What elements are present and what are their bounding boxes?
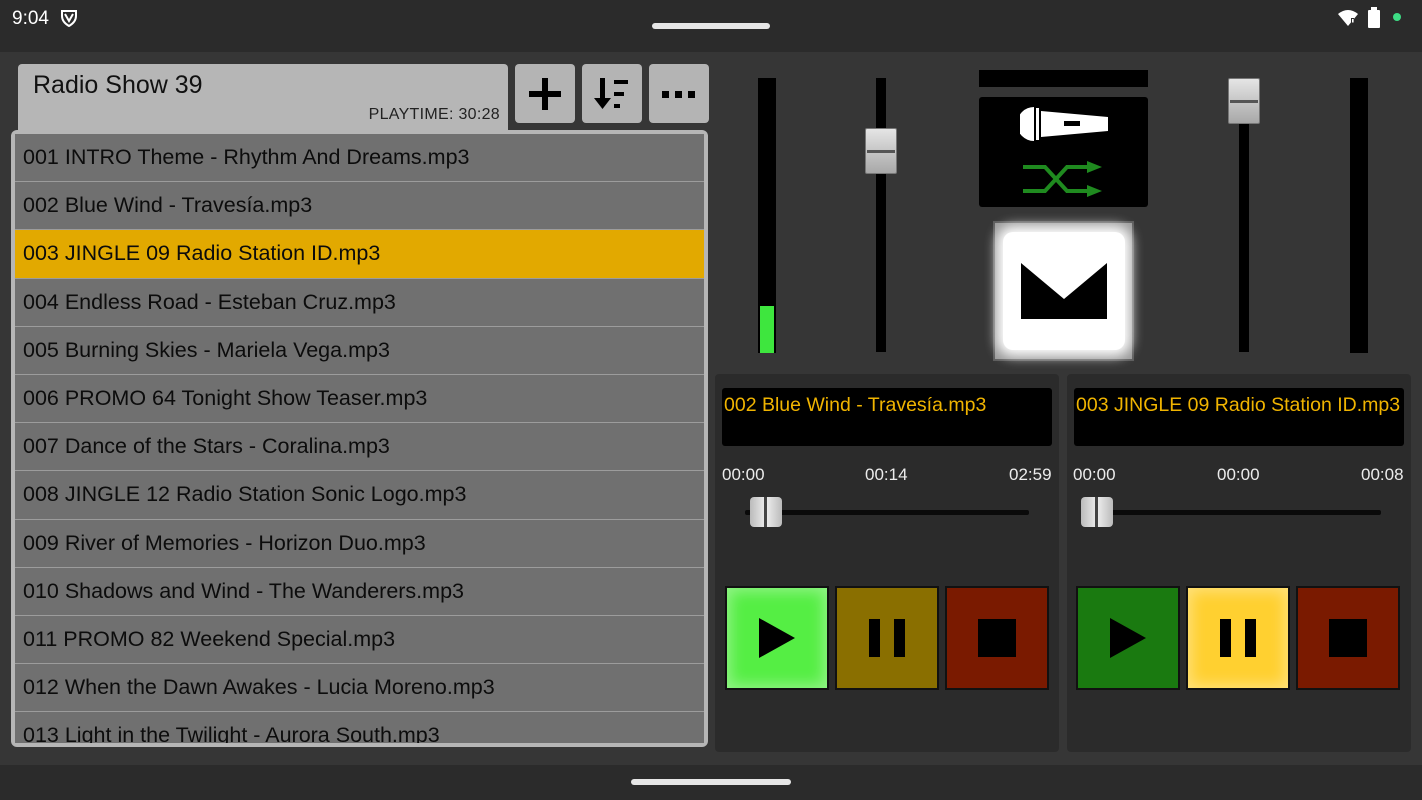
playlist-header: Radio Show 39 PLAYTIME: 30:28 xyxy=(18,64,508,134)
mixer-top-strip xyxy=(979,70,1148,87)
playlist[interactable]: 001 INTRO Theme - Rhythm And Dreams.mp3 0… xyxy=(11,130,708,747)
vpn-shield-icon xyxy=(60,9,78,32)
deck-a-time-start: 00:00 xyxy=(722,465,765,484)
deck-b-title: 003 JINGLE 09 Radio Station ID.mp3 xyxy=(1074,388,1404,446)
navigation-bar xyxy=(0,765,1422,800)
deck-a-seek-track[interactable] xyxy=(745,510,1029,515)
playlist-items: 001 INTRO Theme - Rhythm And Dreams.mp3 0… xyxy=(15,134,704,743)
sort-icon xyxy=(594,77,628,109)
playlist-playtime: PLAYTIME: 30:28 xyxy=(368,106,500,123)
deck-b-time-end: 00:08 xyxy=(1361,465,1404,484)
deck-b-seek-knob[interactable] xyxy=(1081,497,1113,527)
deck-a-pause-button[interactable] xyxy=(835,586,939,690)
deck-b-seek-track[interactable] xyxy=(1087,510,1381,515)
playlist-item[interactable]: 001 INTRO Theme - Rhythm And Dreams.mp3 xyxy=(15,134,704,183)
deck-b: 003 JINGLE 09 Radio Station ID.mp3 00:00… xyxy=(1067,374,1411,752)
deck-b-play-button[interactable] xyxy=(1076,586,1180,690)
deck-a: 002 Blue Wind - Travesía.mp3 00:00 00:14… xyxy=(715,374,1059,752)
left-level-meter xyxy=(758,78,776,353)
microphone-icon xyxy=(1020,107,1108,141)
home-gesture-handle[interactable] xyxy=(631,779,791,785)
deck-b-time-current: 00:00 xyxy=(1217,465,1260,484)
playlist-title: Radio Show 39 xyxy=(33,71,203,99)
add-track-button[interactable] xyxy=(515,64,575,123)
sort-button[interactable] xyxy=(582,64,642,123)
mail-button[interactable] xyxy=(993,221,1134,361)
window-handle[interactable] xyxy=(652,23,770,29)
play-icon xyxy=(759,618,795,658)
left-fader-track[interactable] xyxy=(876,78,886,352)
stop-icon xyxy=(978,619,1016,657)
playlist-item[interactable]: 004 Endless Road - Esteban Cruz.mp3 xyxy=(15,278,704,327)
playlist-item[interactable]: 010 Shadows and Wind - The Wanderers.mp3 xyxy=(15,567,704,616)
shuffle-icon xyxy=(1023,161,1102,197)
more-options-button[interactable] xyxy=(649,64,709,123)
playlist-item[interactable]: 008 JINGLE 12 Radio Station Sonic Logo.m… xyxy=(15,471,704,520)
mail-button-face xyxy=(1002,232,1125,350)
playlist-item[interactable]: 005 Burning Skies - Mariela Vega.mp3 xyxy=(15,326,704,375)
mic-shuffle-panel[interactable] xyxy=(979,97,1148,207)
playlist-item[interactable]: 007 Dance of the Stars - Coralina.mp3 xyxy=(15,423,704,472)
playlist-item[interactable]: 009 River of Memories - Horizon Duo.mp3 xyxy=(15,519,704,568)
playlist-item[interactable]: 003 JINGLE 09 Radio Station ID.mp3 xyxy=(15,230,704,279)
app-root: 9:04 Radio Show 39 PLAYTIME: 30:28 001 I… xyxy=(0,0,1422,800)
deck-a-title: 002 Blue Wind - Travesía.mp3 xyxy=(722,388,1052,446)
deck-a-time-current: 00:14 xyxy=(865,465,908,484)
deck-b-time-start: 00:00 xyxy=(1073,465,1116,484)
playlist-item[interactable]: 011 PROMO 82 Weekend Special.mp3 xyxy=(15,615,704,665)
left-fader-knob[interactable] xyxy=(865,128,897,175)
mail-icon xyxy=(1020,263,1107,319)
wifi-icon xyxy=(1337,9,1359,32)
deck-a-seek-knob[interactable] xyxy=(750,497,782,527)
plus-icon xyxy=(529,77,561,110)
deck-b-pause-button[interactable] xyxy=(1186,586,1290,690)
playlist-item[interactable]: 012 When the Dawn Awakes - Lucia Moreno.… xyxy=(15,664,704,713)
playlist-item[interactable]: 013 Light in the Twilight - Aurora South… xyxy=(15,712,704,743)
right-fader-knob[interactable] xyxy=(1228,78,1260,124)
pause-icon xyxy=(869,619,905,657)
more-icon xyxy=(662,90,695,98)
deck-b-stop-button[interactable] xyxy=(1296,586,1400,690)
right-level-meter xyxy=(1350,78,1368,353)
playlist-item[interactable]: 002 Blue Wind - Travesía.mp3 xyxy=(15,182,704,231)
battery-icon xyxy=(1367,7,1381,34)
left-level-meter-fill xyxy=(760,306,774,353)
deck-a-stop-button[interactable] xyxy=(945,586,1049,690)
play-icon xyxy=(1110,618,1146,658)
deck-a-play-button[interactable] xyxy=(725,586,829,690)
status-bar: 9:04 xyxy=(0,0,1422,52)
status-time: 9:04 xyxy=(12,8,49,29)
deck-a-time-end: 02:59 xyxy=(1009,465,1052,484)
privacy-indicator xyxy=(1393,13,1401,21)
playlist-item[interactable]: 006 PROMO 64 Tonight Show Teaser.mp3 xyxy=(15,374,704,424)
pause-icon xyxy=(1220,619,1256,657)
stop-icon xyxy=(1329,619,1367,657)
